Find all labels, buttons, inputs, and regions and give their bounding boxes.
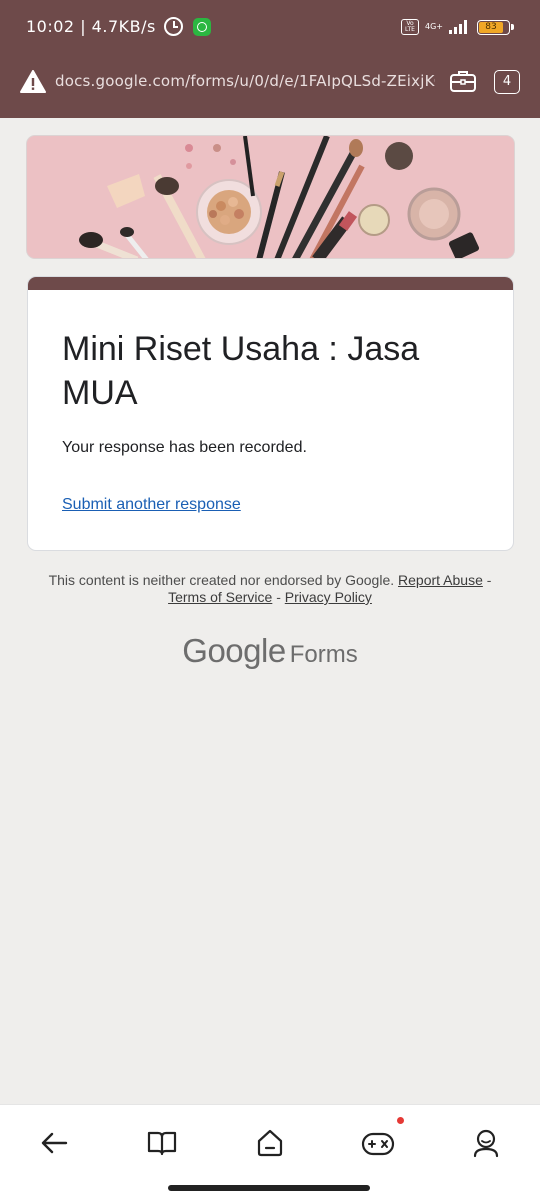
tabs-button[interactable]: 4 bbox=[494, 70, 520, 94]
back-button[interactable] bbox=[34, 1123, 74, 1163]
profile-icon bbox=[473, 1129, 499, 1158]
bottom-nav bbox=[0, 1104, 540, 1200]
status-bar: 10:02 | 4.7KB/s Vo LTE 4G+ 83 bbox=[0, 0, 540, 58]
url-field[interactable]: docs.google.com/forms/u/0/d/e/1FAIpQLSd-… bbox=[55, 72, 435, 90]
response-card: Mini Riset Usaha : Jasa MUA Your respons… bbox=[27, 276, 514, 551]
battery-icon: 83 bbox=[477, 19, 514, 35]
status-right: Vo LTE 4G+ 83 bbox=[401, 19, 514, 35]
status-left: 10:02 | 4.7KB/s bbox=[26, 17, 211, 36]
disclaimer-text: This content is neither created nor endo… bbox=[48, 572, 395, 588]
whatsapp-icon bbox=[192, 17, 211, 36]
submit-another-link[interactable]: Submit another response bbox=[62, 496, 241, 514]
profile-button[interactable] bbox=[466, 1123, 506, 1163]
forms-wordmark: Forms bbox=[289, 641, 358, 668]
battery-level: 83 bbox=[479, 21, 504, 33]
book-icon bbox=[147, 1131, 177, 1156]
bookmarks-button[interactable] bbox=[142, 1123, 182, 1163]
form-title: Mini Riset Usaha : Jasa MUA bbox=[62, 330, 420, 412]
home-icon bbox=[257, 1129, 283, 1157]
network-type: 4G+ bbox=[425, 22, 443, 31]
alarm-icon bbox=[163, 17, 183, 36]
time-speed: 10:02 | 4.7KB/s bbox=[26, 17, 156, 36]
terms-link[interactable]: Terms of Service bbox=[168, 589, 272, 605]
volte-icon: Vo LTE bbox=[401, 19, 419, 35]
signal-icon bbox=[449, 20, 467, 34]
header-image bbox=[26, 135, 515, 259]
home-button[interactable] bbox=[250, 1123, 290, 1163]
address-bar: docs.google.com/forms/u/0/d/e/1FAIpQLSd-… bbox=[0, 62, 540, 106]
toolbox-icon[interactable] bbox=[449, 69, 477, 93]
back-arrow-icon bbox=[41, 1132, 68, 1154]
footer-disclaimer: This content is neither created nor endo… bbox=[48, 572, 492, 605]
google-forms-logo[interactable]: Google Forms bbox=[0, 632, 540, 670]
home-indicator[interactable] bbox=[168, 1185, 370, 1191]
browser-chrome: 10:02 | 4.7KB/s Vo LTE 4G+ 83 docs.googl… bbox=[0, 0, 540, 118]
google-wordmark: Google bbox=[182, 632, 286, 669]
report-abuse-link[interactable]: Report Abuse bbox=[398, 572, 483, 588]
card-accent-bar bbox=[28, 277, 513, 290]
makeup-illustration bbox=[27, 136, 514, 258]
games-button[interactable] bbox=[358, 1117, 404, 1163]
privacy-link[interactable]: Privacy Policy bbox=[285, 589, 372, 605]
gamepad-icon bbox=[361, 1132, 395, 1156]
notification-dot bbox=[397, 1117, 404, 1124]
warning-icon[interactable] bbox=[20, 70, 46, 94]
confirmation-message: Your response has been recorded. bbox=[62, 439, 307, 456]
